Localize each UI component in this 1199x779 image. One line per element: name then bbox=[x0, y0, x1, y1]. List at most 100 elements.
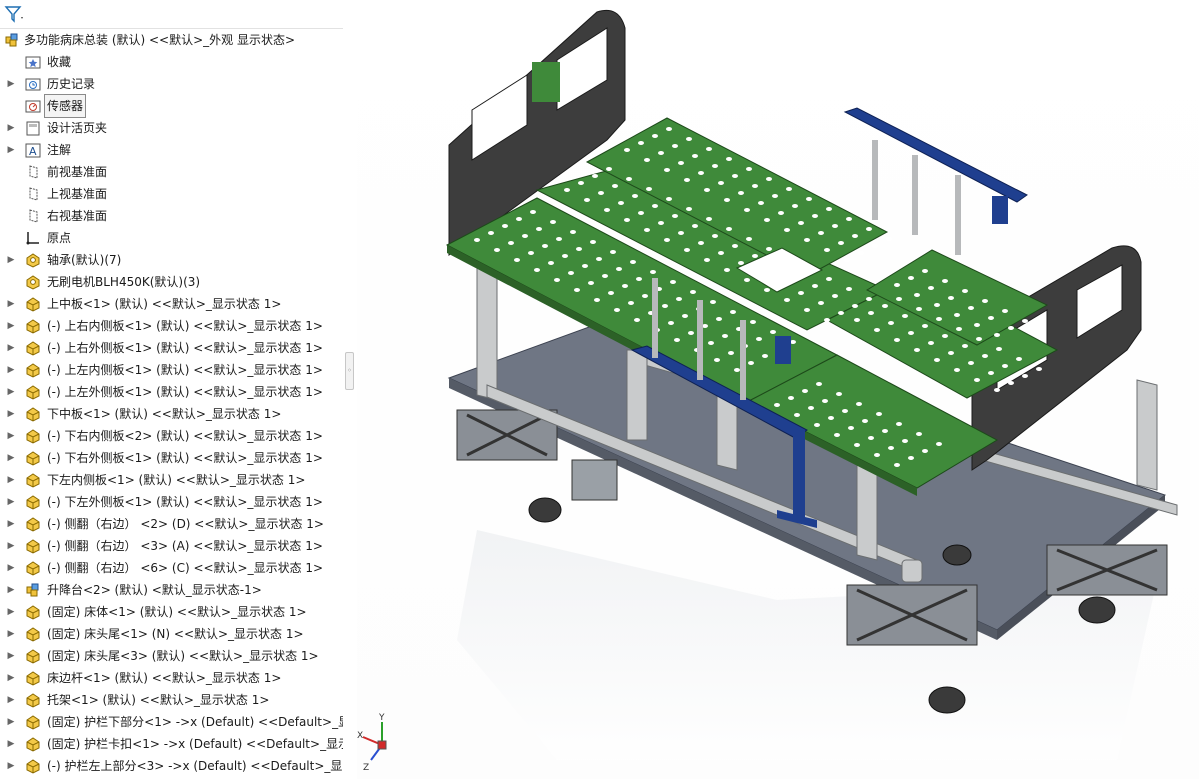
deck-hole bbox=[872, 244, 878, 248]
deck-hole bbox=[784, 298, 790, 302]
expand-arrow-icon[interactable]: ▶ bbox=[6, 513, 16, 535]
expand-arrow-icon[interactable]: ▶ bbox=[6, 579, 16, 601]
deck-hole bbox=[1008, 326, 1014, 330]
expand-arrow-icon[interactable]: ▶ bbox=[6, 293, 16, 315]
tree-item-label: (-) 上左外侧板<1> (默认) <<默认>_显示状态 1> bbox=[47, 385, 323, 399]
part-icon bbox=[25, 340, 41, 356]
deck-hole bbox=[594, 298, 600, 302]
design-binder-icon bbox=[25, 120, 41, 136]
expand-arrow-icon[interactable]: ▶ bbox=[6, 425, 16, 447]
expand-arrow-icon[interactable]: ▶ bbox=[6, 733, 16, 755]
deck-hole bbox=[836, 392, 842, 396]
deck-hole bbox=[704, 188, 710, 192]
expand-arrow-icon[interactable]: ▶ bbox=[6, 315, 16, 337]
expand-arrow-icon[interactable]: ▶ bbox=[6, 623, 16, 645]
deck-hole bbox=[666, 127, 672, 131]
deck-hole bbox=[982, 354, 988, 358]
expand-arrow-icon[interactable]: ▶ bbox=[6, 491, 16, 513]
deck-hole bbox=[698, 241, 704, 245]
deck-hole bbox=[1002, 309, 1008, 313]
deck-hole bbox=[936, 442, 942, 446]
deck-hole bbox=[670, 280, 676, 284]
tree-item-label: 无刷电机BLH450K(默认)(3) bbox=[47, 275, 201, 289]
deck-hole bbox=[604, 208, 610, 212]
annotation-icon: A bbox=[25, 142, 41, 158]
deck-hole bbox=[542, 244, 548, 248]
graphics-viewport[interactable]: Y X Z bbox=[357, 0, 1199, 779]
expand-arrow-icon[interactable]: ▶ bbox=[6, 337, 16, 359]
deck-hole bbox=[936, 317, 942, 321]
expand-arrow-icon[interactable]: ▶ bbox=[6, 447, 16, 469]
deck-hole bbox=[494, 248, 500, 252]
deck-hole bbox=[788, 396, 794, 400]
deck-hole bbox=[916, 307, 922, 311]
deck-hole bbox=[942, 279, 948, 283]
part-icon bbox=[25, 758, 41, 774]
deck-hole bbox=[894, 463, 900, 467]
deck-hole bbox=[746, 167, 752, 171]
expand-arrow-icon[interactable]: ▶ bbox=[6, 755, 16, 777]
expand-arrow-icon[interactable]: ▶ bbox=[6, 711, 16, 733]
toolbox-part-icon bbox=[25, 252, 41, 268]
deck-hole bbox=[798, 291, 804, 295]
expand-arrow-icon[interactable]: ▶ bbox=[6, 689, 16, 711]
expand-arrow-icon[interactable]: ▶ bbox=[6, 403, 16, 425]
toolbox-part-icon bbox=[25, 274, 41, 290]
expand-arrow-icon[interactable]: ▶ bbox=[6, 73, 16, 95]
splitter-grip[interactable]: ◦ bbox=[345, 352, 354, 390]
sensor-icon bbox=[25, 98, 41, 114]
expand-arrow-icon[interactable]: ▶ bbox=[6, 645, 16, 667]
view-triad[interactable]: Y X Z bbox=[357, 713, 387, 773]
part-icon bbox=[25, 384, 41, 400]
deck-hole bbox=[794, 413, 800, 417]
deck-hole bbox=[534, 268, 540, 272]
hospital-bed-model[interactable]: Y X Z bbox=[357, 0, 1199, 779]
expand-arrow-icon[interactable]: ▶ bbox=[6, 117, 16, 139]
tree-item-label: (固定) 床体<1> (默认) <<默认>_显示状态 1> bbox=[47, 605, 307, 619]
expand-arrow-icon[interactable]: ▶ bbox=[6, 601, 16, 623]
deck-hole bbox=[676, 297, 682, 301]
deck-hole bbox=[908, 276, 914, 280]
deck-hole bbox=[642, 294, 648, 298]
deck-hole bbox=[838, 241, 844, 245]
deck-hole bbox=[968, 306, 974, 310]
deck-hole bbox=[914, 293, 920, 297]
tree-item-label: 传感器 bbox=[43, 94, 87, 118]
deck-hole bbox=[786, 187, 792, 191]
deck-hole bbox=[616, 267, 622, 271]
deck-hole bbox=[852, 234, 858, 238]
deck-hole bbox=[852, 304, 858, 308]
expand-arrow-icon[interactable]: ▶ bbox=[6, 139, 16, 161]
panel-splitter[interactable]: ◦ bbox=[343, 0, 357, 779]
expand-arrow-icon[interactable]: ▶ bbox=[6, 249, 16, 271]
deck-hole bbox=[592, 174, 598, 178]
deck-hole bbox=[834, 433, 840, 437]
plane-icon bbox=[25, 164, 41, 180]
deck-hole bbox=[784, 228, 790, 232]
deck-hole bbox=[582, 264, 588, 268]
deck-hole bbox=[516, 217, 522, 221]
deck-hole bbox=[692, 224, 698, 228]
deck-hole bbox=[666, 197, 672, 201]
tree-item-label: 设计活页夹 bbox=[47, 121, 108, 135]
deck-hole bbox=[706, 217, 712, 221]
deck-hole bbox=[826, 207, 832, 211]
filter-icon[interactable] bbox=[4, 5, 24, 23]
expand-arrow-icon[interactable]: ▶ bbox=[6, 469, 16, 491]
expand-arrow-icon[interactable]: ▶ bbox=[6, 535, 16, 557]
expand-arrow-icon[interactable]: ▶ bbox=[6, 359, 16, 381]
deck-hole bbox=[826, 277, 832, 281]
deck-hole bbox=[982, 299, 988, 303]
deck-hole bbox=[856, 402, 862, 406]
deck-hole bbox=[762, 354, 768, 358]
expand-arrow-icon[interactable]: ▶ bbox=[6, 667, 16, 689]
deck-hole bbox=[636, 277, 642, 281]
deck-hole bbox=[948, 296, 954, 300]
deck-hole bbox=[614, 308, 620, 312]
origin-icon bbox=[25, 230, 41, 246]
deck-hole bbox=[508, 241, 514, 245]
expand-arrow-icon[interactable]: ▶ bbox=[6, 381, 16, 403]
deck-hole bbox=[812, 214, 818, 218]
deck-hole bbox=[634, 318, 640, 322]
expand-arrow-icon[interactable]: ▶ bbox=[6, 557, 16, 579]
